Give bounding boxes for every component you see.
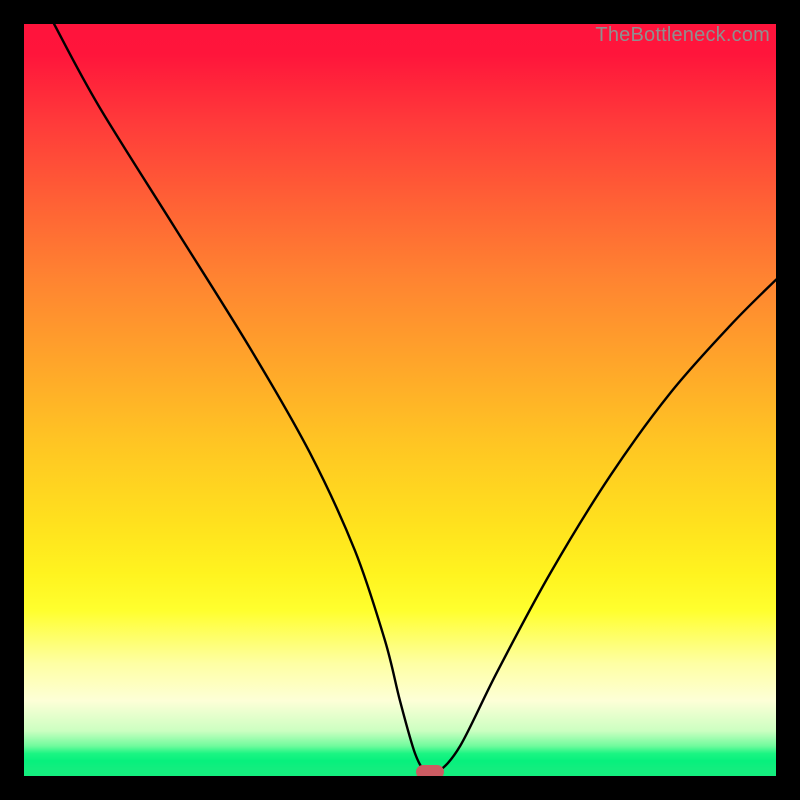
bottleneck-curve xyxy=(24,24,776,776)
plot-area: TheBottleneck.com xyxy=(24,24,776,776)
chart-frame: TheBottleneck.com xyxy=(0,0,800,800)
minimum-marker xyxy=(416,765,444,776)
watermark-text: TheBottleneck.com xyxy=(595,24,770,47)
